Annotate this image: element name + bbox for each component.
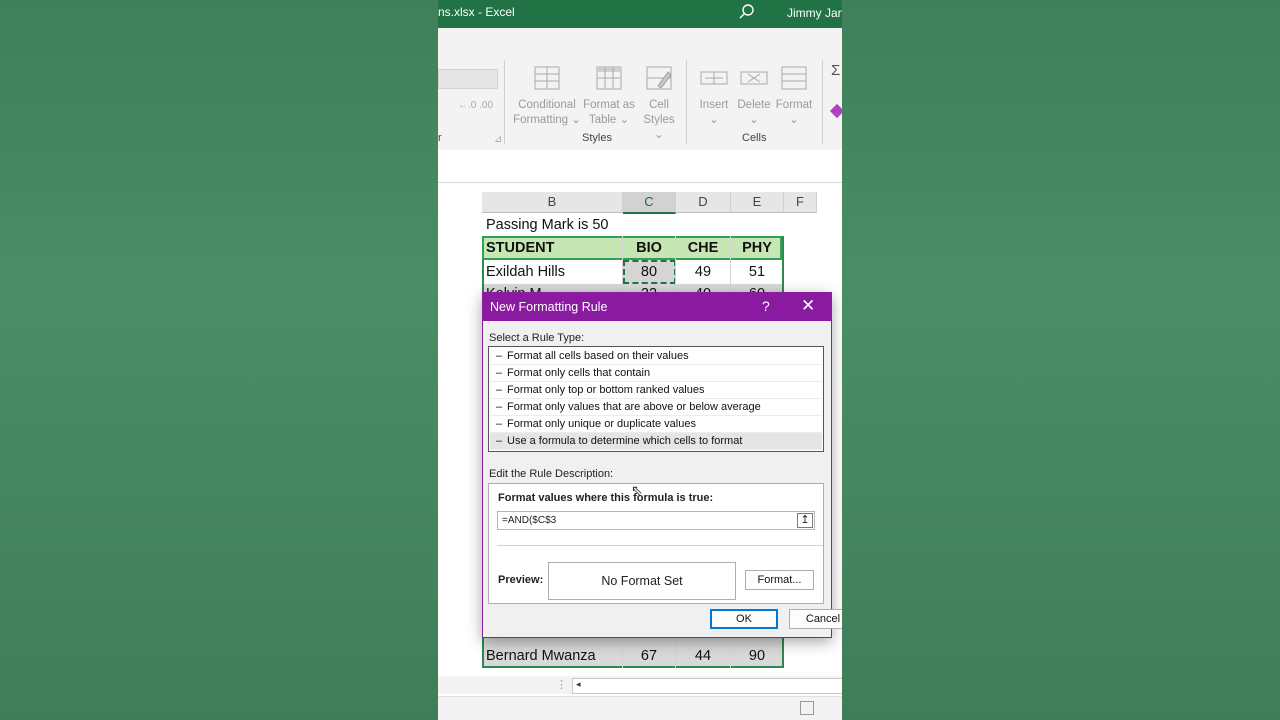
rule-type-item[interactable]: – Format only unique or duplicate values [490, 416, 822, 433]
background-right [842, 0, 1280, 720]
styles-group-label: Styles [582, 132, 612, 144]
normal-view-icon[interactable] [800, 701, 814, 715]
mouse-cursor-icon: ⇖ [631, 482, 643, 498]
rule-type-item[interactable]: – Format only values that are above or be… [490, 399, 822, 416]
formula-input[interactable]: =AND($C$3 ↥ [497, 511, 815, 530]
status-bar [438, 696, 842, 720]
clear-icon[interactable] [829, 103, 842, 119]
delete-button[interactable]: Delete ⌄ [734, 66, 774, 128]
divider [497, 545, 823, 546]
ribbon-separator [822, 60, 823, 144]
dialog-title-bar: New Formatting Rule ? ✕ [483, 293, 831, 321]
rule-type-item[interactable]: – Format only top or bottom ranked values [490, 382, 822, 399]
window-title: ns.xlsx - Excel [438, 5, 515, 19]
format-as-table-button[interactable]: Format as Table ⌄ [578, 66, 640, 128]
delete-cells-icon [739, 66, 769, 92]
passing-mark-cell[interactable]: Passing Mark is 50 [486, 214, 609, 237]
preview-label: Preview: [498, 574, 544, 586]
header-phy[interactable]: PHY [731, 237, 783, 260]
format-button[interactable]: Format ⌄ [774, 66, 814, 128]
decimal-icons[interactable]: ←.0 .00 [458, 100, 493, 111]
cell-styles-icon [644, 66, 674, 92]
rule-description-box: Format values where this formula is true… [488, 483, 824, 604]
help-icon[interactable]: ? [762, 298, 770, 314]
format-cells-icon [779, 66, 809, 92]
number-format-combo[interactable] [438, 69, 498, 89]
ribbon-separator [504, 60, 505, 144]
title-bar: ns.xlsx - Excel Jimmy Jam [438, 0, 842, 28]
column-header-d[interactable]: D [676, 192, 731, 213]
phy-score-cell[interactable]: 51 [731, 261, 783, 284]
header-che[interactable]: CHE [676, 237, 730, 260]
background-left [0, 0, 438, 720]
rule-type-item[interactable]: – Format all cells based on their values [490, 348, 822, 365]
autosum-icon[interactable]: Σ [831, 62, 840, 79]
header-student[interactable]: STUDENT [486, 237, 554, 260]
cells-group-label: Cells [742, 132, 767, 144]
select-rule-type-label: Select a Rule Type: [489, 332, 585, 344]
table-icon [594, 66, 624, 92]
student-name-cell[interactable]: Exildah Hills [486, 261, 565, 284]
dialog-launcher-icon[interactable]: ⊿ [494, 134, 502, 145]
dialog-title: New Formatting Rule [490, 300, 608, 314]
column-header-b[interactable]: B [482, 192, 623, 213]
ribbon: ←.0 .00 r ⊿ Conditional Formatting ⌄ For… [438, 28, 842, 151]
excel-window: ns.xlsx - Excel Jimmy Jam ←.0 .00 r ⊿ Co… [438, 0, 842, 720]
column-header-e[interactable]: E [731, 192, 784, 213]
conditional-formatting-button[interactable]: Conditional Formatting ⌄ [512, 66, 582, 128]
search-icon[interactable] [738, 3, 756, 21]
rule-type-list[interactable]: – Format all cells based on their values … [488, 346, 824, 452]
che-score-cell[interactable]: 49 [676, 261, 730, 284]
preview-box: No Format Set [548, 562, 736, 600]
student-name-cell[interactable]: Bernard Mwanza [486, 645, 596, 668]
user-name[interactable]: Jimmy Jam [787, 6, 842, 20]
ok-button[interactable]: OK [710, 609, 778, 629]
column-header-f[interactable]: F [784, 192, 817, 213]
phy-score-cell[interactable]: 90 [731, 645, 783, 668]
rule-type-item[interactable]: – Format only cells that contain [490, 365, 822, 382]
che-score-cell[interactable]: 44 [676, 645, 730, 668]
collapse-dialog-icon[interactable]: ↥ [797, 513, 813, 528]
more-icon[interactable]: ⋮ [556, 678, 567, 691]
header-bio[interactable]: BIO [623, 237, 675, 260]
close-icon[interactable]: ✕ [801, 296, 815, 316]
ribbon-separator [686, 60, 687, 144]
formula-value: =AND($C$3 [502, 515, 557, 526]
insert-cells-icon [699, 66, 729, 92]
cancel-button[interactable]: Cancel [789, 609, 842, 629]
insert-button[interactable]: Insert ⌄ [694, 66, 734, 128]
formula-bar-area [438, 150, 842, 183]
rule-type-item-selected[interactable]: – Use a formula to determine which cells … [490, 433, 822, 450]
column-header-c[interactable]: C [623, 192, 676, 214]
number-group-label: r [438, 132, 442, 144]
bio-score-cell[interactable]: 67 [623, 645, 675, 668]
conditional-formatting-icon [532, 66, 562, 92]
format-dialog-button[interactable]: Format... [745, 570, 814, 590]
formula-label: Format values where this formula is true… [498, 492, 714, 504]
cell-styles-button[interactable]: Cell Styles ⌄ [638, 66, 680, 143]
bio-score-cell[interactable]: 80 [623, 261, 675, 284]
new-formatting-rule-dialog: New Formatting Rule ? ✕ Select a Rule Ty… [482, 292, 842, 638]
edit-rule-description-label: Edit the Rule Description: [489, 468, 614, 480]
scroll-left-icon[interactable]: ◂ [576, 679, 581, 690]
horizontal-scrollbar[interactable]: ◂ [572, 678, 842, 694]
